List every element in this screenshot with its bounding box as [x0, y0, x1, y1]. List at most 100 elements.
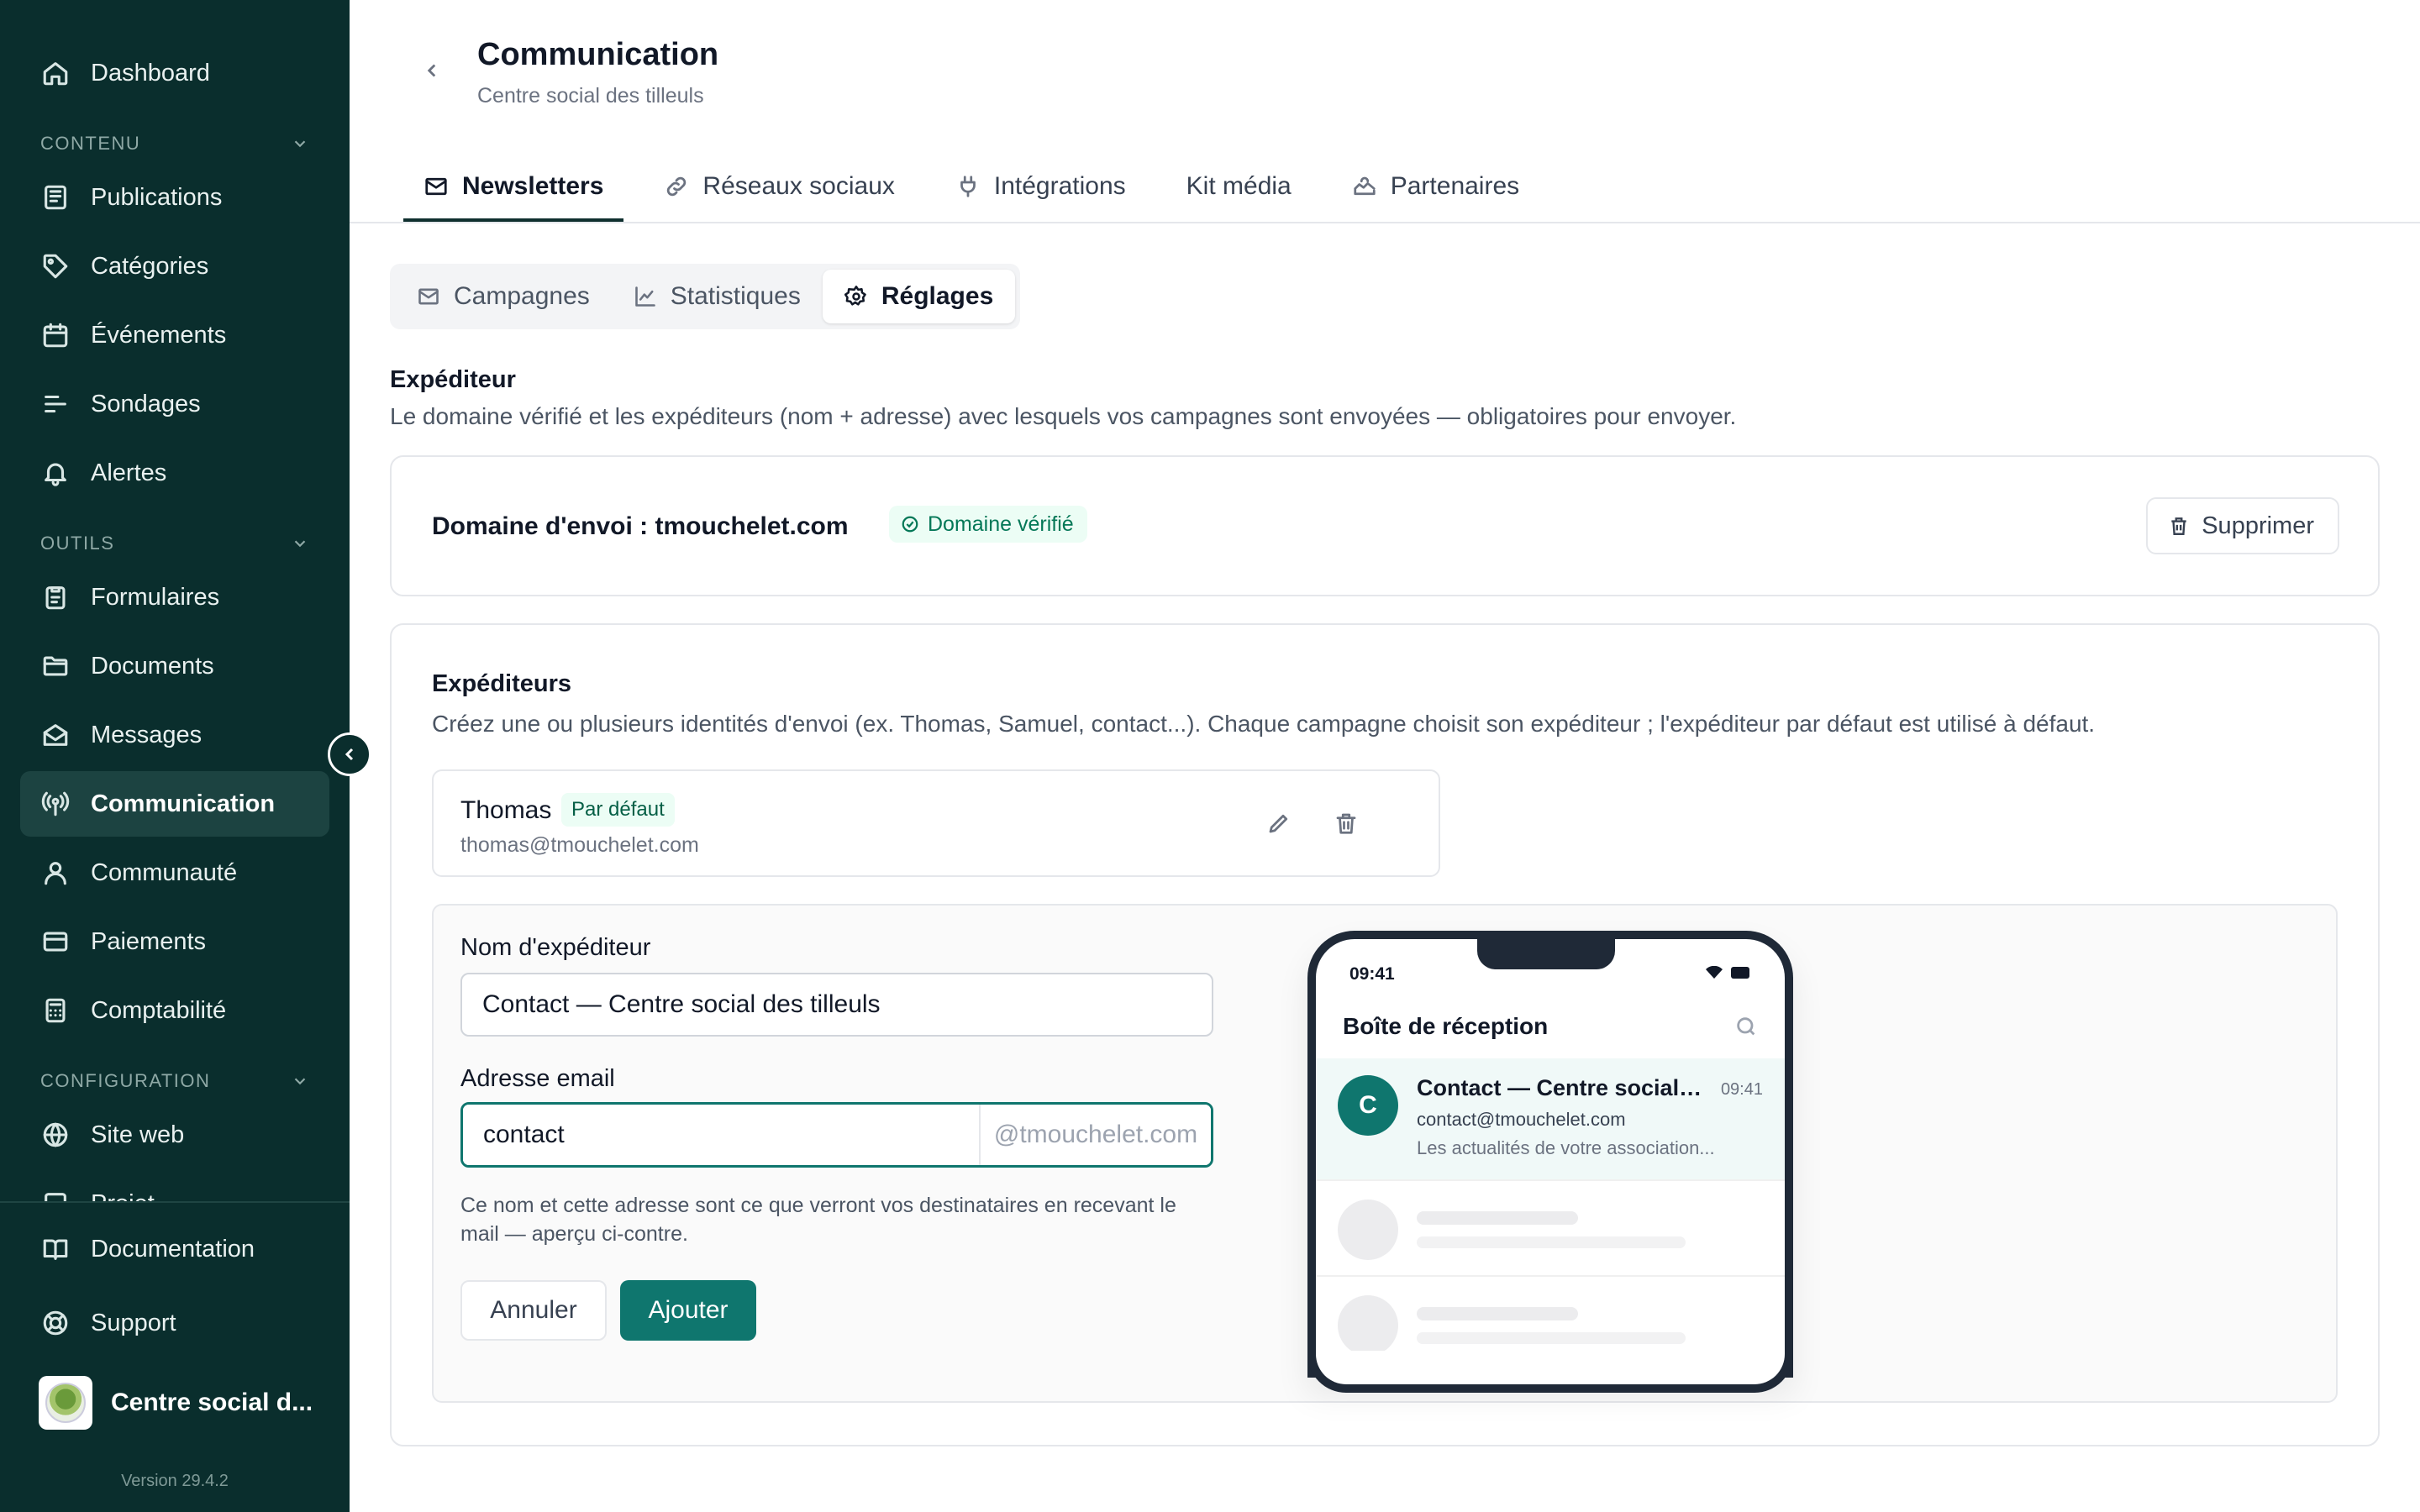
sidebar-item-formulaires[interactable]: Formulaires	[20, 564, 329, 630]
sidebar-item-categories[interactable]: Catégories	[20, 234, 329, 299]
placeholder-line	[1417, 1332, 1686, 1344]
sidebar-item-label: Alertes	[91, 459, 167, 486]
placeholder-line	[1417, 1236, 1686, 1248]
sidebar-item-evenements[interactable]: Événements	[20, 302, 329, 368]
wifi-icon	[1706, 966, 1723, 979]
trash-icon	[1336, 813, 1356, 834]
sidebar-item-label: Sondages	[91, 390, 201, 417]
section-contenu[interactable]: CONTENU	[40, 133, 309, 155]
sidebar-item-dashboard[interactable]: Dashboard	[20, 40, 329, 106]
sidebar-item-documents[interactable]: Documents	[20, 633, 329, 699]
tab-label: Réseaux sociaux	[702, 172, 895, 200]
subtab-statistiques[interactable]: Statistiques	[612, 270, 823, 323]
check-circle-icon	[902, 516, 918, 533]
domain-card: Domaine d'envoi : tmouchelet.com Domaine…	[390, 455, 2380, 596]
sidebar-nav: Dashboard CONTENU Publications Catégorie…	[0, 0, 350, 1201]
clipboard-icon	[40, 582, 71, 612]
user-icon	[40, 858, 71, 888]
sender-name-input[interactable]	[460, 973, 1213, 1037]
tab-reseaux-sociaux[interactable]: Réseaux sociaux	[644, 151, 914, 222]
section-outils[interactable]: OUTILS	[40, 533, 309, 554]
placeholder-avatar	[1338, 1295, 1398, 1356]
project-icon	[40, 1189, 71, 1201]
subtab-label: Réglages	[881, 282, 994, 310]
sidebar-item-label: Catégories	[91, 252, 209, 280]
edit-sender-button[interactable]	[1260, 805, 1297, 842]
tab-kit-media[interactable]: Kit média	[1166, 151, 1312, 222]
sidebar-item-publications[interactable]: Publications	[20, 165, 329, 230]
sidebar-item-paiements[interactable]: Paiements	[20, 909, 329, 974]
tab-partenaires[interactable]: Partenaires	[1332, 151, 1539, 222]
add-sender-button[interactable]: Ajouter	[620, 1280, 756, 1341]
expediteur-section-title: Expéditeur	[390, 366, 516, 393]
trash-icon	[2171, 517, 2186, 535]
placeholder-avatar	[1338, 1200, 1398, 1260]
tag-icon	[40, 251, 71, 281]
expediteur-section-description: Le domaine vérifié et les expéditeurs (n…	[390, 403, 1737, 429]
newspaper-icon	[40, 182, 71, 213]
email-domain-suffix: @tmouchelet.com	[979, 1105, 1211, 1165]
sidebar-item-support[interactable]: Support	[20, 1290, 329, 1356]
sidebar-item-documentation[interactable]: Documentation	[20, 1216, 329, 1282]
preview-sender-address: contact@tmouchelet.com	[1417, 1109, 1626, 1130]
tabs-divider	[350, 222, 2420, 223]
sender-avatar: C	[1338, 1075, 1398, 1136]
back-button[interactable]	[417, 55, 447, 86]
tab-integrations[interactable]: Intégrations	[935, 151, 1146, 222]
phone-status-icons	[1706, 966, 1749, 979]
section-label: CONFIGURATION	[40, 1070, 211, 1091]
poll-icon	[40, 389, 71, 419]
phone-clock: 09:41	[1349, 964, 1395, 984]
sidebar-item-label: Communication	[91, 790, 276, 817]
cancel-button[interactable]: Annuler	[460, 1280, 607, 1341]
badge-label: Domaine vérifié	[928, 512, 1074, 536]
broadcast-icon	[40, 789, 71, 819]
sidebar-item-label: Communauté	[91, 858, 238, 886]
tab-label: Newsletters	[462, 172, 604, 200]
page-subtitle: Centre social des tilleuls	[477, 84, 704, 108]
calendar-icon	[40, 320, 71, 350]
tab-newsletters[interactable]: Newsletters	[403, 151, 624, 222]
new-sender-form: Nom d'expéditeur Adresse email @tmouchel…	[432, 904, 2338, 1403]
subtab-reglages[interactable]: Réglages	[822, 270, 1016, 323]
placeholder-line	[1417, 1211, 1578, 1225]
preview-sender-name: Contact — Centre social ...	[1417, 1075, 1702, 1100]
email-local-part-input[interactable]	[463, 1105, 979, 1165]
collapse-sidebar-button[interactable]	[328, 732, 371, 776]
chart-line-icon	[634, 286, 655, 307]
delete-sender-button[interactable]	[1328, 805, 1365, 842]
subtab-label: Statistiques	[670, 282, 801, 310]
delete-domain-button[interactable]: Supprimer	[2146, 497, 2339, 554]
sidebar-item-label: Projet	[91, 1190, 155, 1202]
section-configuration[interactable]: CONFIGURATION	[40, 1070, 309, 1092]
sidebar-item-label: Événements	[91, 321, 227, 349]
sidebar-item-site-web[interactable]: Site web	[20, 1102, 329, 1168]
sidebar-item-label: Support	[91, 1309, 176, 1336]
sidebar-divider	[0, 1201, 350, 1203]
newsletter-subtabs: Campagnes Statistiques Réglages	[390, 264, 1021, 329]
sidebar-item-comptabilite[interactable]: Comptabilité	[20, 978, 329, 1043]
email-address-label: Adresse email	[460, 1065, 615, 1092]
organization-switcher[interactable]: Centre social d...	[39, 1376, 313, 1430]
sender-name-label: Nom d'expéditeur	[460, 934, 651, 961]
sidebar-item-messages[interactable]: Messages	[20, 702, 329, 768]
sidebar-item-projet[interactable]: Projet	[20, 1171, 329, 1201]
sidebar-item-alertes[interactable]: Alertes	[20, 440, 329, 506]
chevron-left-icon	[345, 748, 354, 761]
main-content: Communication Centre social des tilleuls…	[350, 0, 2420, 1512]
sidebar-item-communication[interactable]: Communication	[20, 771, 329, 837]
sidebar-item-communaute[interactable]: Communauté	[20, 840, 329, 906]
credit-card-icon	[40, 927, 71, 957]
placeholder-message	[1316, 1179, 1785, 1275]
search-icon	[1734, 1015, 1760, 1040]
subtab-campagnes[interactable]: Campagnes	[395, 270, 612, 323]
sidebar-item-label: Documents	[91, 652, 214, 680]
default-badge: Par défaut	[561, 793, 675, 827]
placeholder-line	[1417, 1307, 1578, 1320]
subtab-label: Campagnes	[454, 282, 590, 310]
domain-verified-badge: Domaine vérifié	[889, 506, 1087, 543]
organization-name: Centre social d...	[111, 1389, 313, 1416]
main-tabs: Newsletters Réseaux sociaux Intégrations…	[403, 151, 1560, 222]
sidebar-item-sondages[interactable]: Sondages	[20, 371, 329, 437]
phone-notch	[1477, 939, 1615, 969]
